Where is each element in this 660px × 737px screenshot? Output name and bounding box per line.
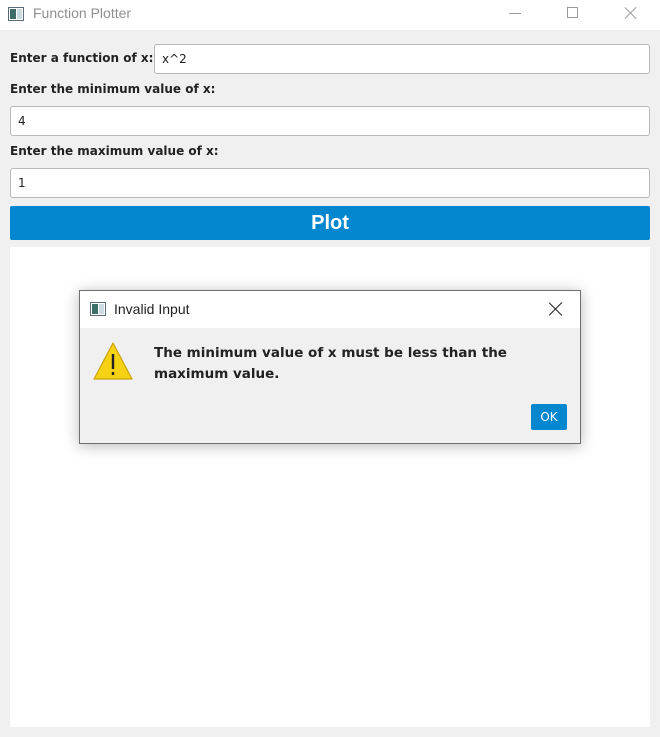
minimize-icon — [509, 13, 521, 14]
minimize-button[interactable] — [491, 0, 537, 30]
dialog-message: The minimum value of x must be less than… — [154, 345, 507, 382]
close-icon — [624, 6, 638, 20]
ok-button[interactable]: OK — [531, 404, 567, 430]
maximize-button[interactable] — [549, 0, 595, 30]
window-titlebar: Function Plotter — [0, 0, 660, 30]
dialog-titlebar: Invalid Input — [80, 291, 580, 328]
min-input[interactable]: 4 — [10, 106, 650, 136]
maximize-icon — [567, 7, 578, 18]
min-label: Enter the minimum value of x: — [10, 82, 216, 96]
dialog-window-icon — [90, 302, 106, 316]
dialog-title: Invalid Input — [114, 301, 190, 317]
app-window-icon — [8, 7, 24, 21]
max-label: Enter the maximum value of x: — [10, 144, 219, 158]
window-title: Function Plotter — [33, 5, 132, 21]
invalid-input-dialog: Invalid Input The minimum value of x mus… — [79, 290, 581, 444]
function-label: Enter a function of x: — [10, 51, 154, 65]
function-input[interactable]: x^2 — [154, 44, 650, 74]
close-button[interactable] — [607, 0, 653, 30]
plot-button[interactable]: Plot — [10, 206, 650, 240]
warning-icon — [93, 342, 133, 380]
dialog-close-icon[interactable] — [544, 297, 568, 321]
max-input[interactable]: 1 — [10, 168, 650, 198]
